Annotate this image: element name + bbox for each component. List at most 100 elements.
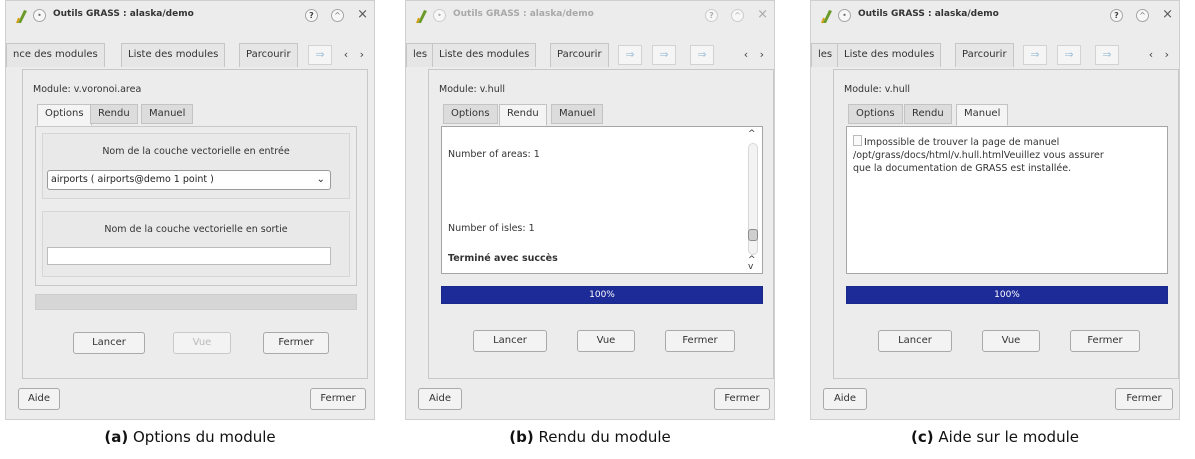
caption-label: (c) (911, 428, 934, 446)
title-bar: • Outils GRASS : alaska/demo ? ^ × (811, 1, 1179, 31)
tab-module-list[interactable]: Liste des modules (121, 43, 226, 67)
output-layer-label: Nom de la couche vectorielle en sortie (104, 224, 288, 235)
tab-browse[interactable]: Parcourir (955, 43, 1014, 67)
close-icon[interactable]: × (1162, 7, 1173, 22)
close-module-button[interactable]: Fermer (665, 330, 735, 352)
scroll-thumb[interactable] (748, 229, 758, 241)
tab-manual[interactable]: Manuel (551, 104, 604, 124)
input-layer-label: Nom de la couche vectorielle en entrée (102, 146, 290, 157)
progress-bar (35, 294, 357, 310)
module-pane: Module: v.voronoi.area Options Rendu Man… (22, 69, 368, 379)
window-menu-icon[interactable]: • (33, 9, 46, 22)
tab-output[interactable]: Rendu (904, 104, 952, 124)
manual-line: que la documentation de GRASS est instal… (853, 163, 1072, 174)
close-bottom-button[interactable]: Fermer (310, 388, 366, 410)
help-button[interactable]: ? (1110, 9, 1123, 22)
maximize-button[interactable]: ^ (731, 9, 744, 22)
open-module-tab-icon[interactable]: ⇒ (1095, 45, 1119, 65)
output-line: Number of isles: 1 (448, 223, 535, 234)
help-bottom-button[interactable]: Aide (823, 388, 867, 410)
tab-options[interactable]: Options (443, 104, 498, 124)
help-bottom-button[interactable]: Aide (18, 388, 60, 410)
options-frame: Nom de la couche vectorielle en entrée a… (35, 126, 357, 286)
module-tab-bar: nce des modules Liste des modules Parcou… (6, 43, 374, 69)
figure-caption: (a) Options du module (5, 428, 375, 446)
module-tab-bar: les Liste des modules Parcourir ⇒ ⇒ ⇒ ‹ … (406, 43, 774, 69)
tab-module-tree[interactable]: les (406, 43, 435, 67)
maximize-button[interactable]: ^ (331, 9, 344, 22)
input-layer-select[interactable]: airports ( airports@demo 1 point ) ⌄ (47, 170, 331, 190)
close-bottom-button[interactable]: Fermer (1115, 388, 1173, 410)
window-title: Outils GRASS : alaska/demo (858, 9, 999, 19)
close-module-button[interactable]: Fermer (263, 332, 329, 354)
vertical-scrollbar[interactable]: ^ ^ v (746, 129, 760, 272)
view-button[interactable]: Vue (173, 332, 231, 354)
output-line: Number of areas: 1 (448, 149, 540, 160)
run-button[interactable]: Lancer (473, 330, 547, 352)
window-menu-icon[interactable]: • (838, 9, 851, 22)
window-output: • Outils GRASS : alaska/demo ? ^ × les L… (405, 0, 775, 420)
run-button[interactable]: Lancer (73, 332, 145, 354)
grass-app-icon (416, 10, 427, 24)
close-icon[interactable]: × (757, 7, 768, 22)
close-module-button[interactable]: Fermer (1070, 330, 1140, 352)
chevron-down-icon: ⌄ (316, 174, 325, 185)
view-button[interactable]: Vue (577, 330, 635, 352)
tab-scroll-arrows[interactable]: ‹ › (344, 48, 368, 61)
tab-browse[interactable]: Parcourir (239, 43, 298, 67)
caption-text: Rendu du module (538, 428, 671, 446)
open-module-tab-icon[interactable]: ⇒ (690, 45, 714, 65)
help-bottom-button[interactable]: Aide (418, 388, 462, 410)
tab-module-tree[interactable]: les (811, 43, 840, 67)
maximize-button[interactable]: ^ (1136, 9, 1149, 22)
open-module-tab-icon[interactable]: ⇒ (618, 45, 642, 65)
progress-text: 100% (589, 290, 615, 300)
tab-output[interactable]: Rendu (90, 104, 138, 124)
open-module-tab-icon[interactable]: ⇒ (1057, 45, 1081, 65)
progress-bar: 100% (441, 286, 763, 304)
module-name-label: Module: v.hull (844, 84, 910, 95)
scroll-updown-icon[interactable]: ^ v (748, 256, 756, 272)
view-button[interactable]: Vue (982, 330, 1040, 352)
tab-module-list[interactable]: Liste des modules (837, 43, 942, 67)
tab-options[interactable]: Options (37, 104, 92, 126)
title-bar: • Outils GRASS : alaska/demo ? ^ × (6, 1, 374, 31)
tab-manual[interactable]: Manuel (141, 104, 194, 124)
open-module-tab-icon[interactable]: ⇒ (1023, 45, 1047, 65)
output-layer-input[interactable] (47, 247, 331, 265)
progress-text: 100% (994, 290, 1020, 300)
window-manual: • Outils GRASS : alaska/demo ? ^ × les L… (810, 0, 1180, 420)
run-button[interactable]: Lancer (878, 330, 952, 352)
caption-label: (a) (104, 428, 129, 446)
module-pane: Module: v.hull Options Rendu Manuel Impo… (833, 69, 1179, 379)
caption-label: (b) (509, 428, 534, 446)
close-bottom-button[interactable]: Fermer (714, 388, 770, 410)
title-bar: • Outils GRASS : alaska/demo ? ^ × (406, 1, 774, 31)
module-pane: Module: v.hull Options Rendu Manuel Numb… (428, 69, 774, 379)
output-layer-group: Nom de la couche vectorielle en sortie (42, 211, 350, 277)
tab-options[interactable]: Options (848, 104, 903, 124)
module-name-label: Module: v.hull (439, 84, 505, 95)
tab-module-tree[interactable]: nce des modules (6, 43, 105, 67)
manual-line: /opt/grass/docs/html/v.hull.htmlVeuillez… (853, 150, 1104, 161)
close-icon[interactable]: × (357, 7, 368, 22)
help-button[interactable]: ? (305, 9, 318, 22)
tab-module-list[interactable]: Liste des modules (432, 43, 537, 67)
module-name-label: Module: v.voronoi.area (33, 84, 142, 95)
tab-scroll-arrows[interactable]: ‹ › (744, 48, 768, 61)
manual-line: Impossible de trouver la page de manuel (853, 135, 1161, 149)
scroll-up-icon[interactable]: ^ (748, 129, 756, 139)
window-options: • Outils GRASS : alaska/demo ? ^ × nce d… (5, 0, 375, 420)
tab-manual[interactable]: Manuel (956, 104, 1009, 126)
window-menu-icon[interactable]: • (433, 9, 446, 22)
progress-bar: 100% (846, 286, 1168, 304)
tab-browse[interactable]: Parcourir (550, 43, 609, 67)
open-module-tab-icon[interactable]: ⇒ (652, 45, 676, 65)
open-module-tab-icon[interactable]: ⇒ (308, 45, 332, 65)
output-log: Number of areas: 1 Number of isles: 1 Te… (441, 126, 763, 274)
tab-output[interactable]: Rendu (499, 104, 547, 126)
tab-scroll-arrows[interactable]: ‹ › (1149, 48, 1173, 61)
output-line: Terminé avec succès (448, 253, 558, 264)
help-button[interactable]: ? (705, 9, 718, 22)
window-title: Outils GRASS : alaska/demo (453, 9, 594, 19)
